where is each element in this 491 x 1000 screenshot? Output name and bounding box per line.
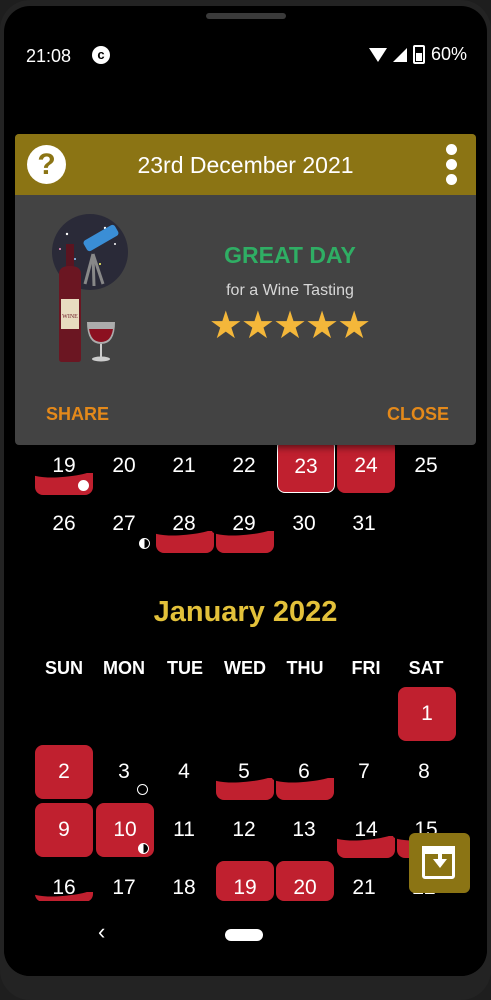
screen: 21:08 c 60% 19 20 21 22 23 24 25 26 27 2… [4, 6, 487, 976]
back-icon[interactable]: ‹ [98, 919, 105, 945]
phone-frame: 21:08 c 60% 19 20 21 22 23 24 25 26 27 2… [0, 0, 491, 1000]
day-cell-selected[interactable]: 23 [277, 439, 335, 493]
day-cell[interactable]: 2 [35, 745, 93, 799]
svg-text:WINE: WINE [62, 314, 78, 320]
close-button[interactable]: CLOSE [387, 404, 449, 425]
day-cell[interactable]: 13 [275, 803, 333, 857]
day-cell[interactable]: 12 [215, 803, 273, 857]
day-cell[interactable]: 19 [216, 861, 274, 901]
day-cell[interactable]: 21 [155, 439, 213, 493]
weekday-label: FRI [351, 658, 381, 678]
day-cell[interactable]: 28 [155, 497, 213, 551]
day-cell[interactable]: 7 [335, 745, 393, 799]
full-moon-icon [78, 480, 89, 491]
weekday-label: THU [286, 658, 324, 678]
day-cell[interactable]: 11 [155, 803, 213, 857]
dialog-title: 23rd December 2021 [137, 152, 354, 178]
day-cell[interactable]: 31 [335, 497, 393, 551]
day-cell[interactable]: 6 [275, 745, 333, 799]
calendar-download-icon [422, 846, 455, 879]
dialog-header: ? 23rd December 2021 [15, 134, 476, 195]
month-title: January 2022 [153, 596, 338, 628]
new-moon-icon [137, 784, 148, 795]
share-button[interactable]: SHARE [46, 404, 109, 425]
half-moon-icon [138, 843, 149, 854]
star-icon: ★ [272, 305, 308, 347]
weekday-label: MON [103, 658, 145, 678]
rating-title: GREAT DAY [224, 242, 356, 268]
weekday-label: SAT [408, 658, 444, 678]
half-moon-icon [139, 538, 150, 549]
rating-subtitle: for a Wine Tasting [226, 282, 354, 299]
day-cell[interactable]: 8 [395, 745, 453, 799]
star-icon: ★ [305, 305, 340, 347]
day-cell[interactable]: 9 [35, 803, 93, 857]
navigation-bar: ‹ [4, 901, 487, 976]
day-cell[interactable]: 24 [337, 439, 395, 493]
day-cell[interactable]: 30 [275, 497, 333, 551]
day-cell[interactable]: 1 [398, 687, 456, 741]
day-cell[interactable]: 26 [35, 497, 93, 551]
weekday-label: SUN [44, 658, 83, 678]
wine-telescope-illustration: WINE [52, 214, 128, 362]
day-cell[interactable]: 5 [215, 745, 273, 799]
speaker-grille [206, 13, 286, 19]
star-icon: ★ [208, 305, 243, 347]
day-cell[interactable]: 14 [337, 803, 395, 857]
calendar-download-button[interactable] [409, 833, 470, 893]
day-cell[interactable]: 25 [397, 439, 455, 493]
more-vert-icon[interactable] [444, 144, 458, 186]
day-cell[interactable]: 29 [215, 497, 273, 551]
day-cell[interactable]: 22 [215, 439, 273, 493]
star-icon: ★ [240, 305, 275, 347]
home-pill-icon[interactable] [225, 929, 263, 941]
day-cell[interactable]: 20 [276, 861, 334, 901]
day-detail-dialog: ? 23rd December 2021 WINE GREAT DAY for … [15, 134, 476, 445]
day-cell[interactable]: 20 [95, 439, 153, 493]
star-rating: ★★★★★ [145, 306, 435, 346]
weekday-label: TUE [167, 658, 203, 678]
weekday-label: WED [224, 658, 266, 678]
day-cell[interactable]: 4 [155, 745, 213, 799]
star-icon: ★ [337, 305, 372, 347]
